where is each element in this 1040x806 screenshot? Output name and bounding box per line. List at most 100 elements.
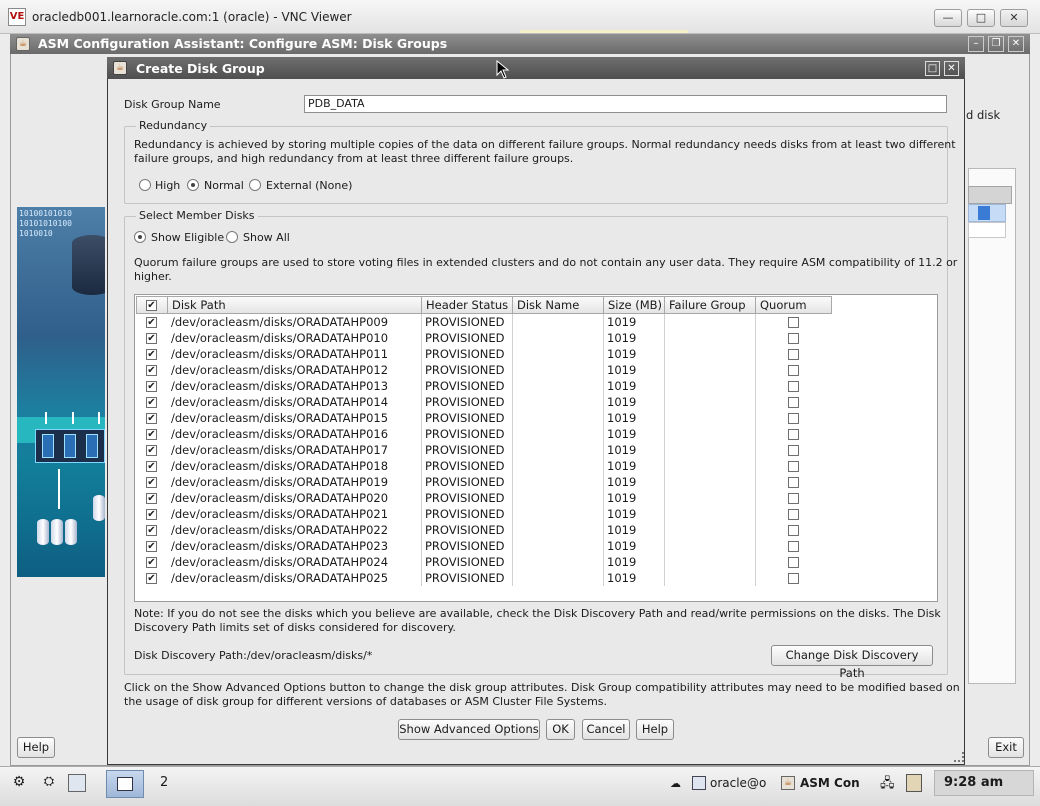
dialog-maximize-button[interactable]: □ [925,61,940,76]
size-cell[interactable]: 1019 [603,474,665,490]
header-status-cell[interactable]: PROVISIONED [421,490,513,506]
disk-path-cell[interactable]: /dev/oracleasm/disks/ORADATAHP013 [167,378,422,394]
disk-name-cell[interactable] [512,346,604,362]
asm-close-button[interactable]: ✕ [1008,36,1024,52]
disk-path-cell[interactable]: /dev/oracleasm/disks/ORADATAHP011 [167,346,422,362]
failure-group-cell[interactable] [664,522,756,538]
header-status-cell[interactable]: PROVISIONED [421,474,513,490]
column-header-disk-path[interactable]: Disk Path [167,296,422,314]
disk-path-cell[interactable]: /dev/oracleasm/disks/ORADATAHP019 [167,474,422,490]
size-cell[interactable]: 1019 [603,346,665,362]
header-status-cell[interactable]: PROVISIONED [421,362,513,378]
quorum-checkbox[interactable] [788,333,799,344]
disk-path-cell[interactable]: /dev/oracleasm/disks/ORADATAHP025 [167,570,422,586]
disk-path-cell[interactable]: /dev/oracleasm/disks/ORADATAHP023 [167,538,422,554]
failure-group-cell[interactable] [664,554,756,570]
vnc-minimize-button[interactable]: — [934,9,962,27]
quorum-checkbox[interactable] [788,493,799,504]
workspace-2-button[interactable]: 2 [160,772,168,794]
asm-help-button[interactable]: Help [17,737,55,758]
disk-path-cell[interactable]: /dev/oracleasm/disks/ORADATAHP012 [167,362,422,378]
quorum-checkbox[interactable] [788,525,799,536]
header-status-cell[interactable]: PROVISIONED [421,314,513,330]
quorum-checkbox[interactable] [788,445,799,456]
size-cell[interactable]: 1019 [603,362,665,378]
help-button[interactable]: Help [636,719,674,740]
network-manager-icon[interactable]: 🖧 [880,774,898,792]
header-status-cell[interactable]: PROVISIONED [421,538,513,554]
failure-group-cell[interactable] [664,570,756,586]
start-menu-icon[interactable]: ⚙ [10,774,28,792]
failure-group-cell[interactable] [664,458,756,474]
column-header-disk-name[interactable]: Disk Name [512,296,604,314]
redundancy-external-radio[interactable] [249,179,261,191]
row-select-checkbox[interactable]: ✔ [146,557,157,568]
column-header-header-status[interactable]: Header Status [421,296,513,314]
row-select-checkbox[interactable]: ✔ [146,429,157,440]
redundancy-high-label[interactable]: High [155,179,180,192]
disk-name-cell[interactable] [512,442,604,458]
failure-group-cell[interactable] [664,394,756,410]
disk-name-cell[interactable] [512,538,604,554]
disk-group-name-input[interactable]: PDB_DATA [304,95,947,113]
quorum-checkbox[interactable] [788,349,799,360]
header-status-cell[interactable]: PROVISIONED [421,426,513,442]
header-status-cell[interactable]: PROVISIONED [421,442,513,458]
taskbar-asm-task[interactable]: ASM Con [800,772,864,794]
disk-path-cell[interactable]: /dev/oracleasm/disks/ORADATAHP020 [167,490,422,506]
redundancy-normal-label[interactable]: Normal [204,179,244,192]
header-status-cell[interactable]: PROVISIONED [421,570,513,586]
row-select-checkbox[interactable]: ✔ [146,477,157,488]
disk-path-cell[interactable]: /dev/oracleasm/disks/ORADATAHP017 [167,442,422,458]
header-status-cell[interactable]: PROVISIONED [421,410,513,426]
header-status-cell[interactable]: PROVISIONED [421,458,513,474]
failure-group-cell[interactable] [664,474,756,490]
header-status-cell[interactable]: PROVISIONED [421,522,513,538]
quorum-checkbox[interactable] [788,429,799,440]
show-all-label[interactable]: Show All [243,231,290,244]
size-cell[interactable]: 1019 [603,394,665,410]
size-cell[interactable]: 1019 [603,554,665,570]
disk-path-cell[interactable]: /dev/oracleasm/disks/ORADATAHP010 [167,330,422,346]
disk-name-cell[interactable] [512,554,604,570]
row-select-checkbox[interactable]: ✔ [146,333,157,344]
asm-exit-button[interactable]: Exit [988,737,1024,758]
size-cell[interactable]: 1019 [603,426,665,442]
show-eligible-radio[interactable] [134,231,146,243]
row-select-checkbox[interactable]: ✔ [146,493,157,504]
header-status-cell[interactable]: PROVISIONED [421,506,513,522]
quorum-checkbox[interactable] [788,413,799,424]
quorum-checkbox[interactable] [788,557,799,568]
disk-name-cell[interactable] [512,362,604,378]
size-cell[interactable]: 1019 [603,378,665,394]
redundancy-external-label[interactable]: External (None) [266,179,352,192]
redundancy-high-radio[interactable] [139,179,151,191]
row-select-checkbox[interactable]: ✔ [146,541,157,552]
disk-name-cell[interactable] [512,458,604,474]
asm-table-row[interactable] [968,222,1006,238]
header-status-cell[interactable]: PROVISIONED [421,378,513,394]
row-select-checkbox[interactable]: ✔ [146,445,157,456]
disk-name-cell[interactable] [512,378,604,394]
failure-group-cell[interactable] [664,410,756,426]
dialog-close-button[interactable]: ✕ [944,61,959,76]
disk-name-cell[interactable] [512,410,604,426]
size-cell[interactable]: 1019 [603,410,665,426]
row-select-checkbox[interactable]: ✔ [146,461,157,472]
size-cell[interactable]: 1019 [603,506,665,522]
size-cell[interactable]: 1019 [603,458,665,474]
size-cell[interactable]: 1019 [603,570,665,586]
disk-name-cell[interactable] [512,506,604,522]
row-select-checkbox[interactable]: ✔ [146,509,157,520]
size-cell[interactable]: 1019 [603,490,665,506]
row-select-checkbox[interactable]: ✔ [146,525,157,536]
disk-path-cell[interactable]: /dev/oracleasm/disks/ORADATAHP016 [167,426,422,442]
taskbar-terminal-task[interactable]: oracle@o [710,772,772,794]
failure-group-cell[interactable] [664,506,756,522]
failure-group-cell[interactable] [664,490,756,506]
disk-name-cell[interactable] [512,522,604,538]
size-cell[interactable]: 1019 [603,442,665,458]
column-header-quorum[interactable]: Quorum [755,296,832,314]
quorum-checkbox[interactable] [788,461,799,472]
size-cell[interactable]: 1019 [603,314,665,330]
